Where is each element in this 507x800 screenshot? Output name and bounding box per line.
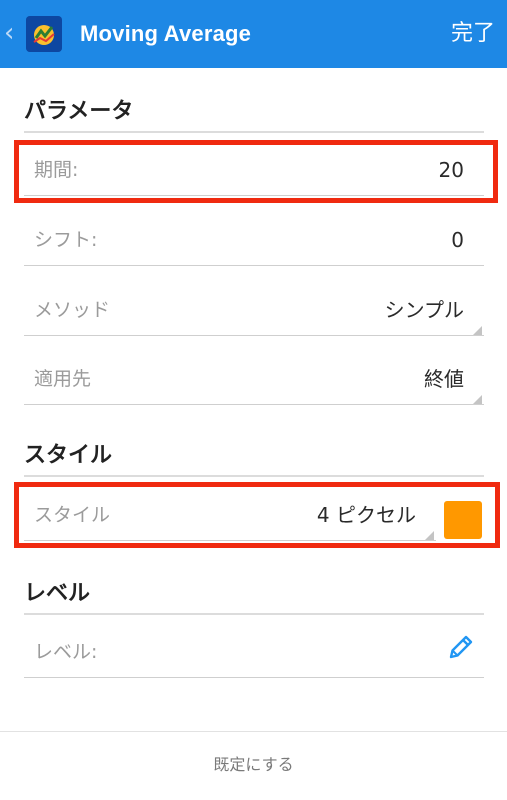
period-field[interactable]: 期間: 20 bbox=[24, 140, 484, 202]
dropdown-corner-icon bbox=[425, 531, 434, 540]
footer-divider bbox=[0, 731, 507, 732]
apply-to-select[interactable]: 適用先 終値 bbox=[24, 349, 484, 411]
section-header-level: レベル bbox=[24, 581, 91, 606]
level-field[interactable]: レベル: bbox=[24, 622, 484, 684]
period-label: 期間: bbox=[34, 159, 79, 181]
section-divider bbox=[24, 131, 484, 133]
level-label: レベル: bbox=[34, 641, 98, 663]
section-header-parameters: パラメータ bbox=[24, 99, 134, 124]
method-value[interactable]: シンプル bbox=[385, 296, 464, 324]
color-swatch[interactable] bbox=[444, 501, 482, 539]
method-select[interactable]: メソッド シンプル bbox=[24, 280, 484, 342]
chevron-left-icon[interactable]: ‹ bbox=[4, 18, 14, 48]
style-select[interactable]: スタイル 4 ピクセル bbox=[24, 485, 436, 547]
dropdown-corner-icon bbox=[473, 326, 482, 335]
shift-field[interactable]: シフト: 0 bbox=[24, 210, 484, 272]
reset-defaults-button[interactable]: 既定にする bbox=[0, 745, 507, 785]
style-value[interactable]: 4 ピクセル bbox=[317, 501, 416, 529]
shift-value[interactable]: 0 bbox=[451, 226, 464, 254]
method-label: メソッド bbox=[34, 299, 111, 321]
section-header-style: スタイル bbox=[24, 443, 113, 468]
section-divider bbox=[24, 475, 484, 477]
page-title: Moving Average bbox=[80, 21, 252, 46]
period-value[interactable]: 20 bbox=[439, 156, 464, 184]
done-button[interactable]: 完了 bbox=[451, 18, 495, 50]
apply-to-label: 適用先 bbox=[34, 368, 92, 390]
metatrader-icon[interactable] bbox=[26, 16, 62, 52]
section-divider bbox=[24, 613, 484, 615]
shift-label: シフト: bbox=[34, 229, 98, 251]
dropdown-corner-icon bbox=[473, 395, 482, 404]
pencil-icon[interactable] bbox=[446, 632, 476, 666]
apply-to-value[interactable]: 終値 bbox=[424, 365, 464, 393]
app-bar: ‹ Moving Average 完了 bbox=[0, 0, 507, 68]
style-label: スタイル bbox=[34, 504, 111, 526]
